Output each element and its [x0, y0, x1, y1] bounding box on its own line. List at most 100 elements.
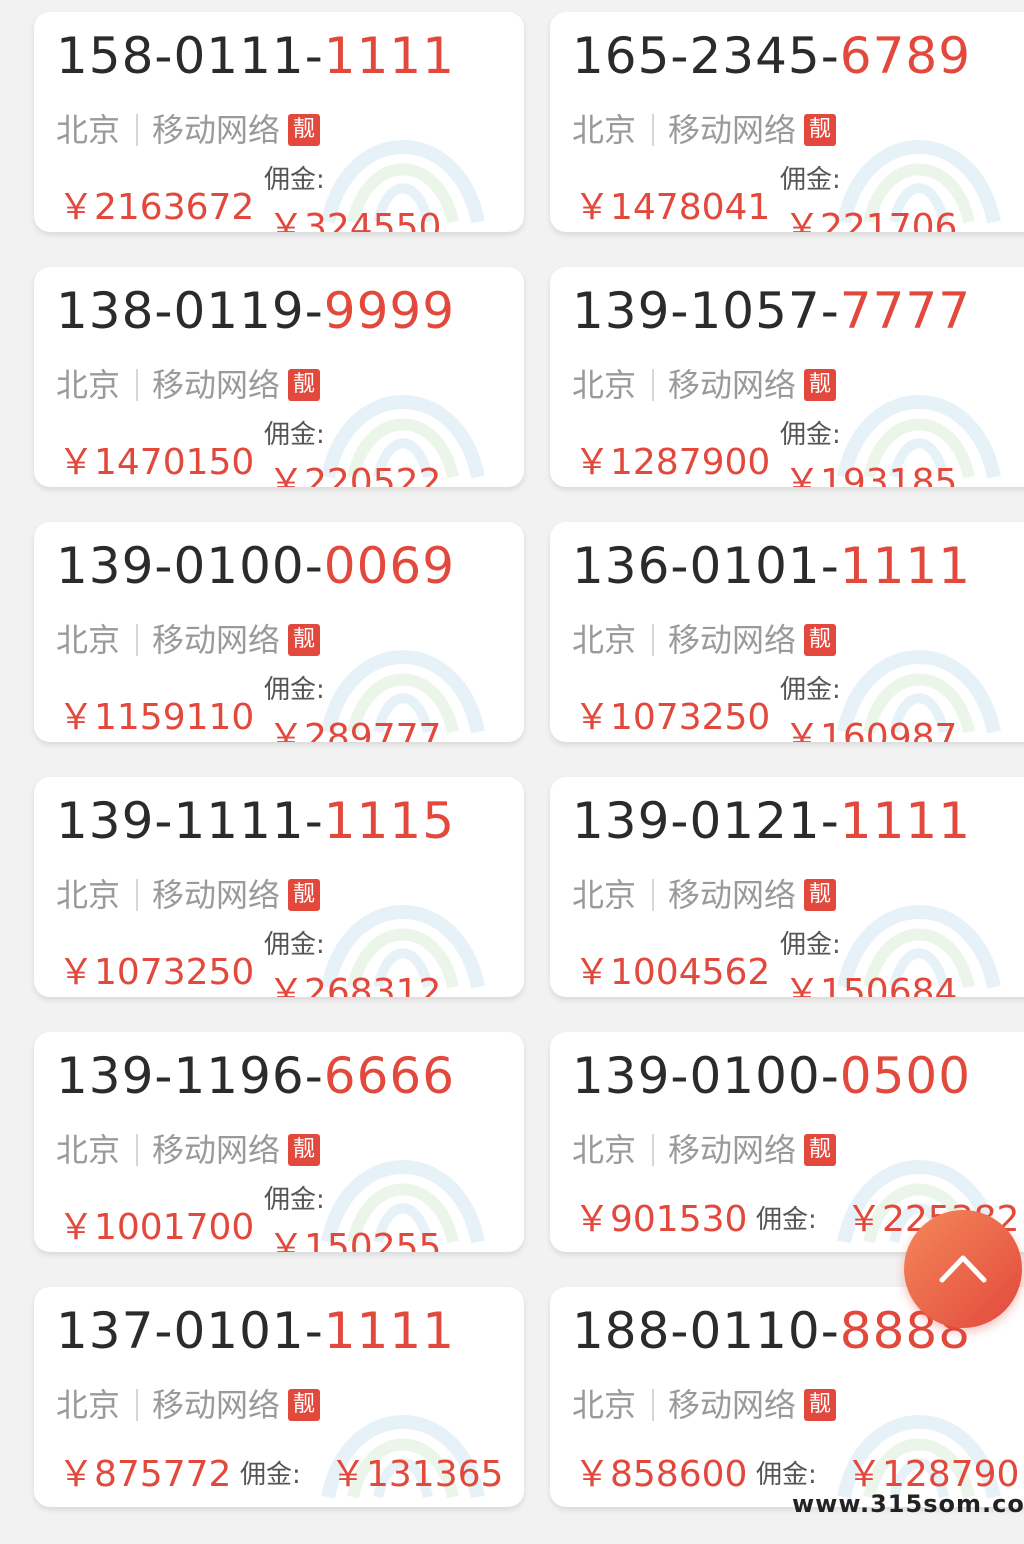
commission-value: ￥150684 [784, 972, 958, 997]
phone-number: 158-0111-1111 [56, 26, 455, 86]
commission-label: 佣金: [264, 1185, 325, 1215]
phone-number: 139-1057-7777 [572, 281, 971, 341]
phone-number-suffix: 1111 [839, 537, 972, 595]
phone-number: 139-1111-1115 [56, 791, 455, 851]
network-label: 移动网络 [152, 621, 281, 659]
divider [136, 114, 139, 146]
phone-number: 188-0110-8888 [572, 1301, 971, 1361]
number-card[interactable]: 139-1057-7777 北京 移动网络靓 ￥1287900 佣金: ￥193185 [550, 267, 1024, 487]
commission-label: 佣金: [240, 1460, 301, 1490]
premium-tag: 靓 [804, 879, 837, 911]
divider [136, 879, 139, 911]
phone-number: 137-0101-1111 [56, 1301, 455, 1361]
divider [652, 624, 655, 656]
commission-label: 佣金: [264, 420, 325, 450]
price: ￥1001700 [58, 1207, 255, 1248]
network-label: 移动网络 [152, 366, 281, 404]
phone-number-suffix: 9999 [323, 282, 456, 340]
price: ￥1287900 [574, 442, 771, 483]
phone-number-prefix: 137-0101- [56, 1302, 324, 1360]
number-card[interactable]: 139-1111-1115 北京 移动网络靓 ￥1073250 佣金: ￥268312 [34, 777, 524, 997]
phone-number-prefix: 139-0100- [572, 1047, 840, 1105]
commission-value: ￥268312 [268, 972, 442, 997]
number-card[interactable]: 139-1196-6666 北京 移动网络靓 ￥1001700 佣金: ￥150255 [34, 1032, 524, 1252]
price: ￥1159110 [58, 697, 255, 738]
premium-tag: 靓 [804, 1134, 837, 1166]
commission-value: ￥131365 [330, 1454, 504, 1495]
phone-number-prefix: 136-0101- [572, 537, 840, 595]
network-label: 移动网络 [152, 1386, 281, 1424]
price: ￥1073250 [58, 952, 255, 993]
price: ￥1478041 [574, 187, 771, 228]
premium-tag: 靓 [288, 624, 321, 656]
commission-label: 佣金: [264, 930, 325, 960]
number-card[interactable]: 165-2345-6789 北京 移动网络靓 ￥1478041 佣金: ￥221706 [550, 12, 1024, 232]
chevron-up-icon [939, 1255, 987, 1283]
number-info: 北京 移动网络靓 [56, 108, 321, 152]
divider [652, 879, 655, 911]
city-label: 北京 [56, 621, 121, 659]
phone-number-prefix: 139-0100- [56, 537, 324, 595]
price: ￥2163672 [58, 187, 255, 228]
price: ￥1073250 [574, 697, 771, 738]
number-card[interactable]: 138-0119-9999 北京 移动网络靓 ￥1470150 佣金: ￥220522 [34, 267, 524, 487]
phone-number-prefix: 138-0119- [56, 282, 324, 340]
network-label: 移动网络 [668, 366, 797, 404]
divider [136, 369, 139, 401]
phone-number-prefix: 139-1111- [56, 792, 324, 850]
price: ￥901530 [574, 1199, 748, 1240]
network-label: 移动网络 [152, 111, 281, 149]
phone-number-prefix: 165-2345- [572, 27, 840, 85]
premium-tag: 靓 [288, 369, 321, 401]
number-info: 北京 移动网络靓 [572, 1128, 837, 1172]
city-label: 北京 [572, 876, 637, 914]
number-info: 北京 移动网络靓 [56, 1128, 321, 1172]
phone-number: 139-0100-0069 [56, 536, 455, 596]
phone-number-prefix: 139-1196- [56, 1047, 324, 1105]
number-info: 北京 移动网络靓 [56, 618, 321, 662]
number-card[interactable]: 139-0121-1111 北京 移动网络靓 ￥1004562 佣金: ￥150684 [550, 777, 1024, 997]
city-label: 北京 [56, 366, 121, 404]
phone-number-suffix: 1111 [323, 27, 456, 85]
premium-tag: 靓 [804, 1389, 837, 1421]
phone-number-suffix: 1111 [323, 1302, 456, 1360]
number-info: 北京 移动网络靓 [572, 363, 837, 407]
number-info: 北京 移动网络靓 [56, 363, 321, 407]
network-label: 移动网络 [152, 876, 281, 914]
city-label: 北京 [572, 111, 637, 149]
phone-number: 139-1196-6666 [56, 1046, 455, 1106]
network-label: 移动网络 [152, 1131, 281, 1169]
commission-label: 佣金: [780, 420, 841, 450]
commission-label: 佣金: [756, 1205, 817, 1235]
phone-number-prefix: 139-1057- [572, 282, 840, 340]
city-label: 北京 [572, 621, 637, 659]
back-to-top-button[interactable] [904, 1210, 1022, 1328]
commission-label: 佣金: [264, 675, 325, 705]
number-info: 北京 移动网络靓 [56, 1383, 321, 1427]
premium-tag: 靓 [288, 1389, 321, 1421]
phone-number-prefix: 188-0110- [572, 1302, 840, 1360]
phone-number-suffix: 1115 [323, 792, 456, 850]
divider [652, 114, 655, 146]
network-label: 移动网络 [668, 621, 797, 659]
commission-label: 佣金: [756, 1460, 817, 1490]
divider [136, 1134, 139, 1166]
phone-number: 136-0101-1111 [572, 536, 971, 596]
city-label: 北京 [572, 366, 637, 404]
phone-number: 139-0121-1111 [572, 791, 971, 851]
number-info: 北京 移动网络靓 [572, 873, 837, 917]
site-watermark: www.315som.com [792, 1490, 1024, 1518]
price: ￥1004562 [574, 952, 771, 993]
number-card[interactable]: 158-0111-1111 北京 移动网络靓 ￥2163672 佣金: ￥324550 [34, 12, 524, 232]
phone-number-suffix: 6666 [323, 1047, 456, 1105]
network-label: 移动网络 [668, 1386, 797, 1424]
number-info: 北京 移动网络靓 [572, 108, 837, 152]
commission-label: 佣金: [264, 165, 325, 195]
number-card[interactable]: 137-0101-1111 北京 移动网络靓 ￥875772 佣金: ￥131365 [34, 1287, 524, 1507]
number-card[interactable]: 136-0101-1111 北京 移动网络靓 ￥1073250 佣金: ￥160987 [550, 522, 1024, 742]
commission-value: ￥289777 [268, 717, 442, 742]
city-label: 北京 [572, 1386, 637, 1424]
phone-number-suffix: 0500 [839, 1047, 972, 1105]
number-card[interactable]: 139-0100-0069 北京 移动网络靓 ￥1159110 佣金: ￥289777 [34, 522, 524, 742]
premium-tag: 靓 [288, 114, 321, 146]
